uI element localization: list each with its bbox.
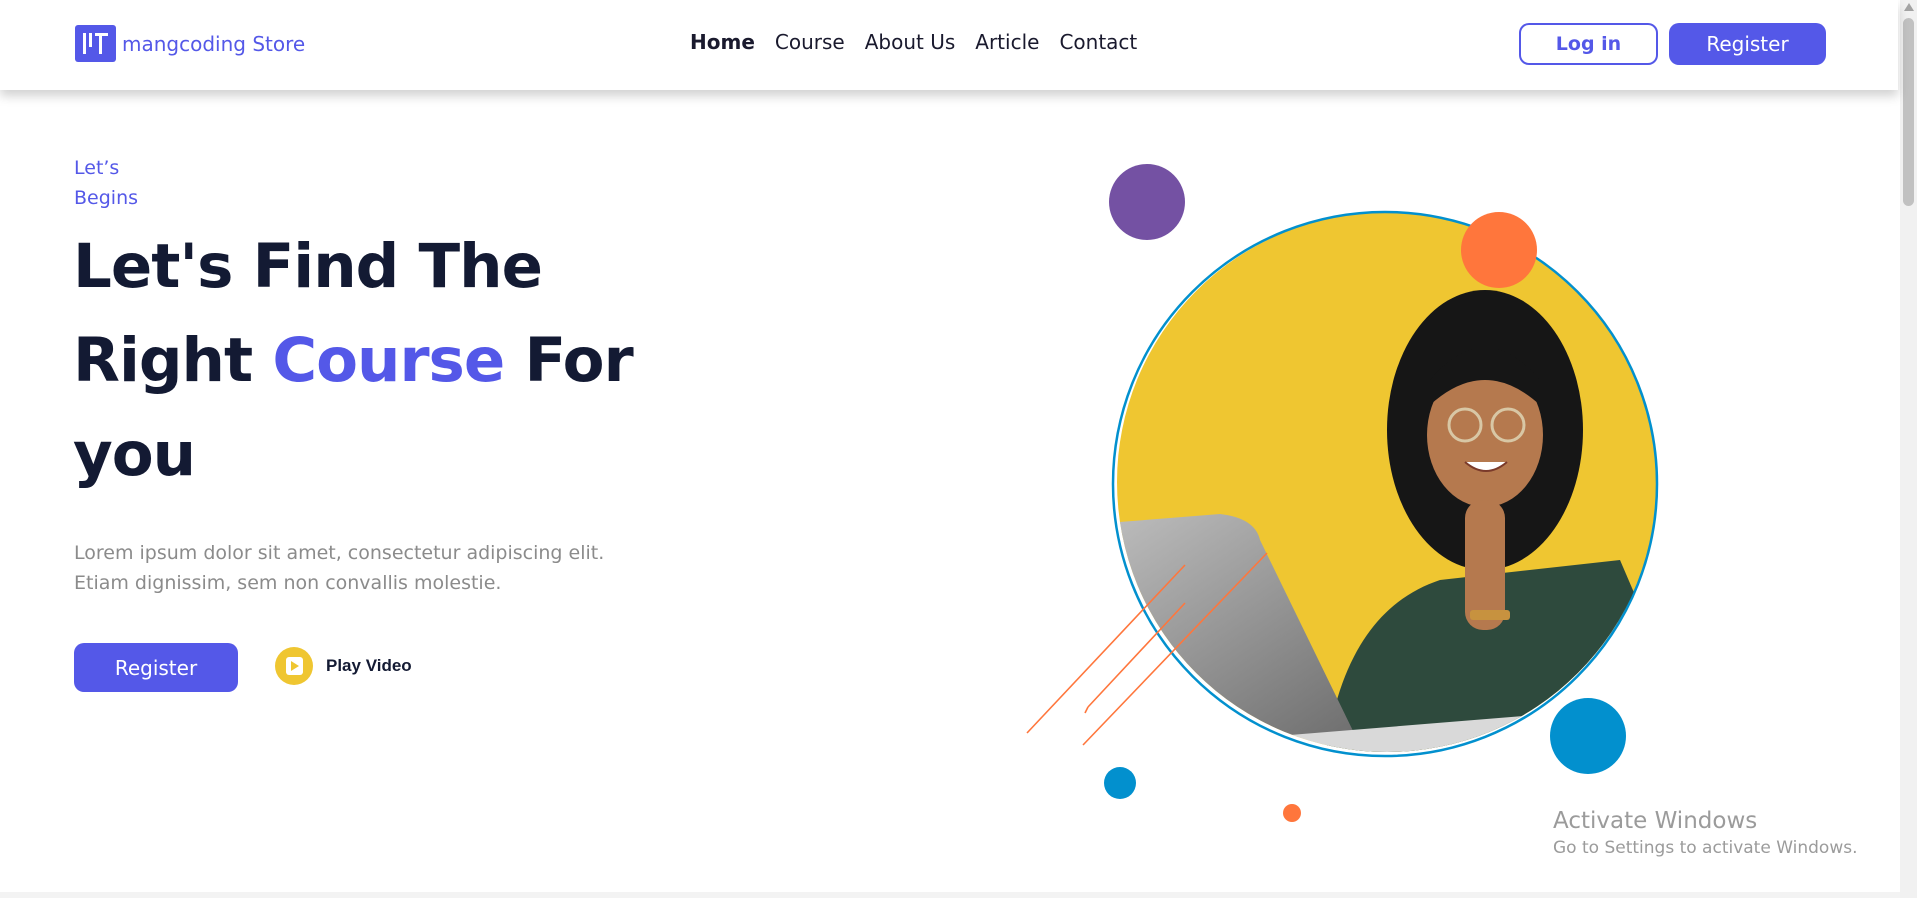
description-line-1: Lorem ipsum dolor sit amet, consectetur … bbox=[74, 542, 605, 564]
main-nav: Home Course About Us Article Contact bbox=[690, 30, 1157, 54]
nav-item-article[interactable]: Article bbox=[975, 30, 1039, 54]
bottom-edge-strip bbox=[0, 892, 1900, 898]
eyebrow-line-1: Let’s bbox=[74, 157, 120, 179]
top-navbar: mangcoding Store Home Course About Us Ar… bbox=[0, 0, 1898, 90]
hero-illustration bbox=[1020, 140, 1680, 840]
nav-item-course[interactable]: Course bbox=[775, 30, 845, 54]
play-video-label: Play Video bbox=[326, 656, 412, 675]
login-button[interactable]: Log in bbox=[1519, 23, 1658, 65]
nav-item-about-us[interactable]: About Us bbox=[865, 30, 956, 54]
windows-activation-watermark: Activate Windows Go to Settings to activ… bbox=[1553, 806, 1858, 860]
hero-description: Lorem ipsum dolor sit amet, consectetur … bbox=[74, 538, 674, 598]
mangcoding-logo-icon bbox=[75, 25, 116, 62]
blue-dot-small bbox=[1104, 767, 1136, 799]
register-button-header[interactable]: Register bbox=[1669, 23, 1826, 65]
hero-headline: Let's Find The Right Course For you bbox=[73, 220, 713, 502]
scroll-up-arrow-icon[interactable] bbox=[1904, 3, 1914, 11]
purple-dot bbox=[1109, 164, 1185, 240]
nav-item-home[interactable]: Home bbox=[690, 30, 755, 54]
blue-dot-large bbox=[1550, 698, 1626, 774]
watermark-subtitle: Go to Settings to activate Windows. bbox=[1553, 838, 1858, 858]
watermark-title: Activate Windows bbox=[1553, 808, 1758, 834]
brand-name: mangcoding Store bbox=[122, 31, 306, 56]
eyebrow-line-2: Begins bbox=[74, 187, 139, 209]
scroll-thumb[interactable] bbox=[1903, 18, 1914, 206]
orange-dot-small bbox=[1283, 804, 1301, 822]
vertical-scrollbar[interactable] bbox=[1900, 0, 1917, 898]
orange-dot bbox=[1461, 212, 1537, 288]
brand[interactable]: mangcoding Store bbox=[75, 25, 305, 62]
play-video-button[interactable]: Play Video bbox=[275, 647, 412, 685]
play-icon bbox=[275, 647, 313, 685]
headline-accent-word: Course bbox=[272, 325, 505, 396]
hero-eyebrow: Let’s Begins bbox=[74, 153, 138, 213]
description-line-2: Etiam dignissim, sem non convallis moles… bbox=[74, 572, 502, 594]
nav-item-contact[interactable]: Contact bbox=[1059, 30, 1137, 54]
register-button-hero[interactable]: Register bbox=[74, 643, 238, 692]
hero-illustration-svg bbox=[1026, 164, 1659, 822]
